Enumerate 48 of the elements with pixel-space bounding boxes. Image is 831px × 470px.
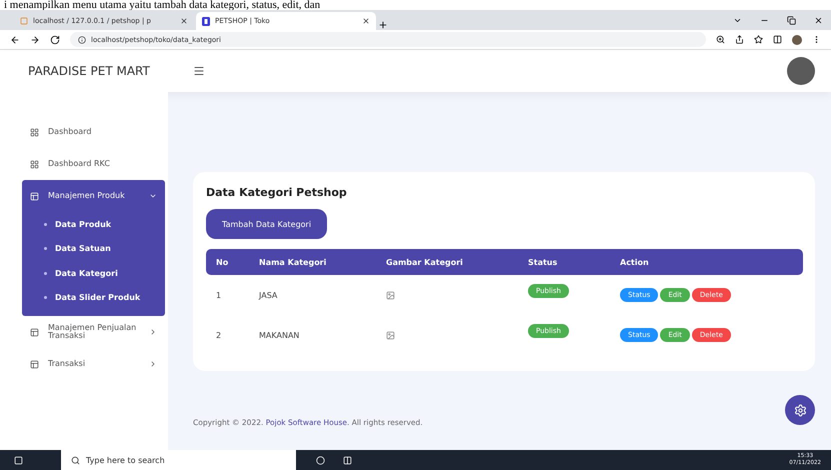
close-icon <box>180 17 188 25</box>
table-header: No Nama Kategori Gambar Kategori Status Action <box>206 249 803 275</box>
add-button[interactable]: Tambah Data Kategori <box>206 209 328 239</box>
sidebar-item[interactable]: Dashboard RKC <box>22 148 165 180</box>
circle-icon <box>316 456 325 464</box>
share-icon <box>735 35 744 44</box>
broken-image-icon <box>386 330 395 340</box>
sidebar-item[interactable]: Manajemen Produk <box>22 180 165 212</box>
sidebar-icon <box>773 35 782 44</box>
grid-icon <box>30 160 39 168</box>
table-cell-text: MAKANAN <box>259 330 300 340</box>
user-avatar[interactable] <box>787 57 815 85</box>
restore-icon <box>787 16 796 24</box>
table-cell-text: 1 <box>216 290 222 300</box>
plus-icon <box>378 20 388 30</box>
back-icon <box>10 34 20 44</box>
bootstrap-logo-icon <box>202 16 210 26</box>
sidebar-subitem[interactable]: Data Produk <box>22 212 165 236</box>
sidebar-item[interactable]: Manajemen Penjualan Transaksi <box>22 316 165 348</box>
sidebar-item[interactable]: Dashboard <box>22 116 165 148</box>
layout-icon <box>30 328 39 336</box>
profile-avatar[interactable] <box>792 34 802 44</box>
table-cell-text: 2 <box>216 330 222 340</box>
taskbar-search-field[interactable]: Type here to search <box>61 450 296 470</box>
zoom-icon <box>716 35 725 44</box>
search-icon <box>71 456 80 464</box>
close-icon <box>814 16 823 24</box>
close-icon <box>362 17 370 25</box>
layout-icon <box>30 192 39 200</box>
grid-icon <box>30 128 39 136</box>
page-title: Data Kategori Petshop <box>206 186 348 199</box>
info-icon <box>78 36 86 44</box>
gear-icon <box>794 404 806 416</box>
table-cell-text: JASA <box>259 290 278 300</box>
sidebar-subitem[interactable]: Data Kategori <box>22 261 165 286</box>
forward-icon <box>30 34 40 44</box>
sidebar-subitem[interactable]: Data Slider Produk <box>22 286 165 310</box>
brand-name: PARADISE PET MART <box>28 64 151 78</box>
sidebar-item[interactable]: Transaksi <box>22 348 165 380</box>
broken-image-icon <box>386 290 395 300</box>
document-text: i menampilkan menu utama yaitu tambah data kategori, status, edit, dan <box>3 0 322 10</box>
layout-icon <box>30 360 39 368</box>
menu-icon <box>193 65 205 77</box>
reload-icon <box>50 34 60 44</box>
settings-button[interactable] <box>785 395 815 425</box>
sidebar-subitem[interactable]: Data Satuan <box>22 236 165 261</box>
task-view-icon <box>343 456 352 464</box>
star-icon <box>754 35 763 44</box>
